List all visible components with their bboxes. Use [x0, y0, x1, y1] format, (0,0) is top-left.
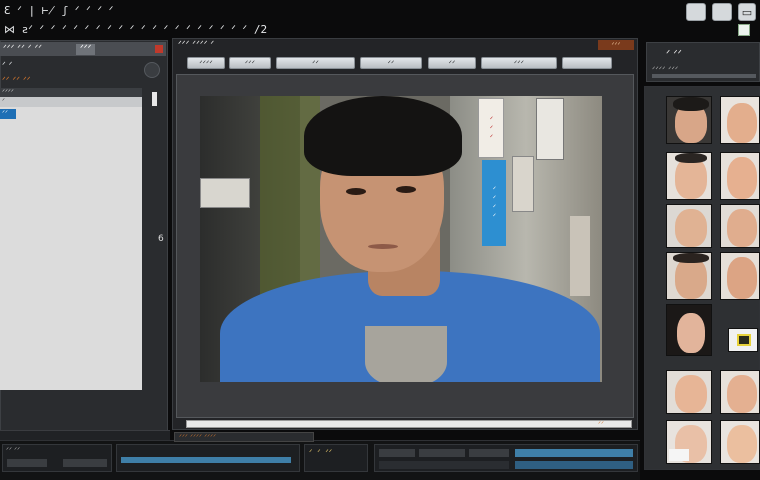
play-control-1[interactable]	[379, 449, 415, 457]
app-subtitle: ⋈ ƨᐟ ᐟ ᐟ ᐟ ᐟ ᐟ ᐟ ᐟ ᐟ ᐟ ᐟ ᐟ ᐟ ᐟ ᐟ ᐟ ᐟ ᐟ ᐟ…	[4, 23, 268, 36]
bottom-left-field-2[interactable]	[63, 459, 107, 467]
thumbnail-5[interactable]	[666, 204, 712, 248]
list-header: ᐟᐟᐟᐟ	[0, 88, 142, 97]
thumbnail-1[interactable]	[666, 96, 712, 144]
toolbar-button-1[interactable]: ᐟᐟᐟᐟ	[187, 57, 225, 69]
progress-bar[interactable]	[515, 449, 633, 457]
left-panel-title: ᐟᐟᐟ ᐟᐟ ᐟ ᐟᐟ	[3, 44, 43, 54]
maximize-button[interactable]	[712, 3, 732, 21]
left-panel-tab[interactable]: ᐟᐟᐟ	[76, 44, 96, 55]
thumbnail-4[interactable]	[720, 152, 760, 200]
photo-person-hair	[304, 96, 462, 176]
toolbar-button-6[interactable]: ᐟᐟᐟ	[481, 57, 557, 69]
thumbnail-9[interactable]	[666, 304, 712, 356]
photo-sign-blue: ᐟᐟᐟᐟ	[482, 160, 506, 246]
toolbar-button-3[interactable]: ᐟᐟ	[276, 57, 355, 69]
photo-sign-red: ᐟᐟᐟ	[478, 98, 504, 158]
thumbnail-10[interactable]	[728, 328, 758, 352]
photo-person-mouth	[368, 244, 398, 249]
counter-text: ᐟ ᐟ ᐟᐟ	[309, 448, 333, 457]
thumbnail-6[interactable]	[720, 204, 760, 248]
toolbar-button-5[interactable]: ᐟᐟ	[428, 57, 476, 69]
photo-sign-white	[536, 98, 564, 160]
thumbnail-11[interactable]	[666, 370, 712, 414]
photo-sign-left	[200, 178, 250, 208]
play-control-2[interactable]	[419, 449, 465, 457]
list-item[interactable]: ᐟ	[0, 97, 142, 107]
timeline-label-bar: ᐟᐟᐟ ᐟᐟᐟᐟ ᐟᐟᐟᐟ	[174, 432, 314, 442]
photo-canvas[interactable]: ᐟᐟᐟ ᐟᐟᐟᐟ	[200, 96, 602, 382]
minimize-button[interactable]	[686, 3, 706, 21]
progress-bar-2[interactable]	[515, 461, 633, 469]
viewer-badge: ᐟᐟᐟ	[598, 40, 634, 50]
bottom-left-label: ᐟᐟ ᐟᐟ	[6, 446, 21, 454]
left-panel-header: ᐟᐟᐟ ᐟᐟ ᐟ ᐟᐟ ᐟᐟᐟ	[0, 42, 166, 56]
app-title: Ɛ ᐟ | ⊬ ʃ ᐟ ᐟ ᐟ ᐟ	[4, 4, 114, 17]
viewer-scrollbar[interactable]	[186, 420, 632, 428]
toolbar-button-4[interactable]: ᐟᐟ	[360, 57, 422, 69]
scrollbar-thumb[interactable]	[152, 92, 157, 106]
left-footer-bar	[0, 430, 170, 440]
timeline-track[interactable]	[121, 457, 291, 463]
timeline-panel[interactable]	[116, 444, 300, 472]
counter-panel: ᐟ ᐟ ᐟᐟ	[304, 444, 368, 472]
toolbar-button-2[interactable]: ᐟᐟᐟ	[229, 57, 271, 69]
photo-person-eye-left	[346, 188, 366, 195]
close-icon: ▭	[741, 5, 753, 19]
side-number: 6	[158, 234, 164, 244]
left-label-1: ᐟ ᐟ	[2, 61, 13, 71]
bottom-left-controls[interactable]: ᐟᐟ ᐟᐟ	[2, 444, 112, 472]
toolbar-button-7[interactable]	[562, 57, 612, 69]
photo-sign-small	[512, 156, 534, 212]
right-panel-title: ᐟ ᐟᐟ	[666, 49, 682, 60]
thumbnail-3[interactable]	[666, 152, 712, 200]
play-control-3[interactable]	[469, 449, 509, 457]
thumbnail-7[interactable]	[666, 252, 712, 300]
right-panel-slider[interactable]	[652, 74, 756, 78]
bottom-left-field[interactable]	[7, 459, 47, 467]
thumbnail-13[interactable]	[666, 420, 712, 464]
status-icon	[738, 24, 750, 36]
left-label-2: ᐟᐟ ᐟᐟ ᐟᐟ	[2, 76, 31, 86]
viewer-footer-badge: ᐟᐟ	[598, 420, 604, 428]
list-item-selected[interactable]: ᐟᐟ	[0, 109, 16, 119]
thumbnail-12[interactable]	[720, 370, 760, 414]
viewer-title: ᐟᐟᐟ ᐟᐟᐟᐟ ᐟ	[178, 40, 215, 50]
thumbnail-8[interactable]	[720, 252, 760, 300]
thumbnail-2[interactable]	[720, 96, 760, 144]
left-panel-toggle-icon[interactable]	[144, 62, 160, 78]
thumbnail-14[interactable]	[720, 420, 760, 464]
left-panel-close-icon[interactable]	[155, 45, 163, 53]
file-list[interactable]: ᐟ ᐟᐟ	[0, 97, 142, 390]
playback-controls[interactable]	[374, 444, 638, 472]
bottom-track[interactable]	[379, 461, 509, 469]
right-panel-subtitle: ᐟᐟᐟᐟ ᐟᐟᐟ	[652, 65, 679, 74]
close-button[interactable]: ▭	[738, 3, 756, 21]
photo-sign-far	[570, 216, 590, 296]
photo-person-eye-right	[396, 186, 416, 193]
photo-person-undershirt	[365, 326, 447, 382]
